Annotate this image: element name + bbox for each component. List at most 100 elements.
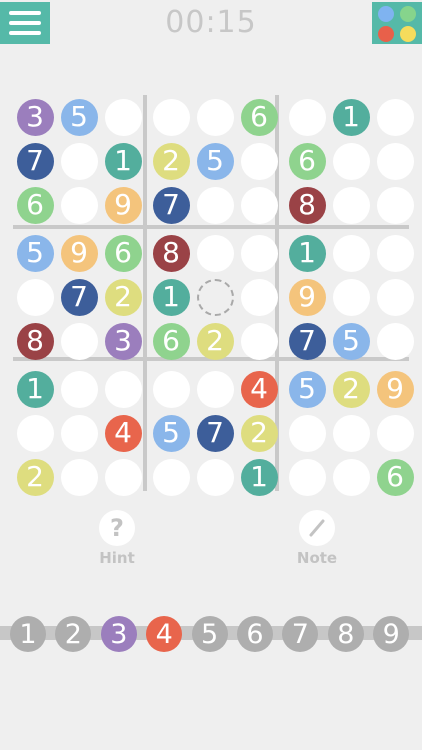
- board-cell[interactable]: [373, 275, 417, 319]
- board-cell[interactable]: 2: [149, 139, 193, 183]
- board-cell[interactable]: 6: [149, 319, 193, 363]
- board-cell[interactable]: [193, 275, 237, 319]
- number-button-2[interactable]: 2: [55, 616, 92, 652]
- number-button-8[interactable]: 8: [327, 616, 364, 652]
- number-button-1[interactable]: 1: [10, 616, 46, 652]
- board-cell[interactable]: 7: [149, 183, 193, 227]
- cell-digit: 3: [16, 98, 54, 136]
- board-cell[interactable]: 6: [13, 183, 57, 227]
- cell-digit: 6: [240, 98, 278, 136]
- board-cell[interactable]: 6: [373, 455, 417, 499]
- board-cell[interactable]: [13, 275, 57, 319]
- board-cell[interactable]: 9: [285, 275, 329, 319]
- cell-digit: 2: [16, 458, 54, 496]
- board-cell[interactable]: [57, 455, 101, 499]
- board-cell[interactable]: 9: [57, 231, 101, 275]
- board-cell[interactable]: [193, 367, 237, 411]
- empty-cell: [152, 458, 190, 496]
- board-cell[interactable]: 7: [193, 411, 237, 455]
- board-cell[interactable]: 5: [149, 411, 193, 455]
- board-cell[interactable]: [373, 231, 417, 275]
- board-cell[interactable]: 2: [101, 275, 145, 319]
- board-cell[interactable]: 1: [149, 275, 193, 319]
- number-button-4[interactable]: 4: [146, 616, 183, 652]
- board-cell[interactable]: 1: [285, 231, 329, 275]
- board-cell[interactable]: [373, 183, 417, 227]
- board-cell[interactable]: 4: [101, 411, 145, 455]
- number-button-3[interactable]: 3: [100, 616, 137, 652]
- board-cell[interactable]: [329, 455, 373, 499]
- board-cell[interactable]: 4: [237, 367, 281, 411]
- board-cell[interactable]: [237, 275, 281, 319]
- board-cell[interactable]: 2: [237, 411, 281, 455]
- board-cell[interactable]: 6: [285, 139, 329, 183]
- empty-cell: [376, 98, 414, 136]
- board-cell[interactable]: [285, 411, 329, 455]
- board-cell[interactable]: [149, 455, 193, 499]
- board-cell[interactable]: [57, 183, 101, 227]
- board-cell[interactable]: 5: [285, 367, 329, 411]
- board-cell[interactable]: [193, 231, 237, 275]
- board-cell[interactable]: [237, 319, 281, 363]
- number-button-5[interactable]: 5: [191, 616, 228, 652]
- board-cell[interactable]: 1: [13, 367, 57, 411]
- board-cell[interactable]: [57, 367, 101, 411]
- board-cell[interactable]: [329, 411, 373, 455]
- board-cell[interactable]: 8: [13, 319, 57, 363]
- board-cell[interactable]: 9: [101, 183, 145, 227]
- board-cell[interactable]: 1: [237, 455, 281, 499]
- board-cell[interactable]: 9: [373, 367, 417, 411]
- board-cell[interactable]: 8: [149, 231, 193, 275]
- board-cell[interactable]: 6: [237, 95, 281, 139]
- board-cell[interactable]: 5: [57, 95, 101, 139]
- board-cell[interactable]: [373, 95, 417, 139]
- board-cell[interactable]: [13, 411, 57, 455]
- board-cell[interactable]: [237, 183, 281, 227]
- board-cell[interactable]: 5: [13, 231, 57, 275]
- board-cell[interactable]: [101, 455, 145, 499]
- board-cell[interactable]: [193, 183, 237, 227]
- board-cell[interactable]: 7: [285, 319, 329, 363]
- board-cell[interactable]: [57, 411, 101, 455]
- board-cell[interactable]: [329, 231, 373, 275]
- board-cell[interactable]: 3: [13, 95, 57, 139]
- number-button-6[interactable]: 6: [237, 616, 273, 652]
- board-cell[interactable]: [193, 455, 237, 499]
- number-button-7[interactable]: 7: [282, 616, 319, 652]
- board-cell[interactable]: 7: [13, 139, 57, 183]
- board-cell[interactable]: [329, 183, 373, 227]
- board-cell[interactable]: [373, 319, 417, 363]
- board-cell[interactable]: 5: [193, 139, 237, 183]
- board-cell[interactable]: [57, 139, 101, 183]
- board-cell[interactable]: [193, 95, 237, 139]
- board-cell[interactable]: 3: [101, 319, 145, 363]
- board-cell[interactable]: [149, 95, 193, 139]
- board-cell[interactable]: [329, 275, 373, 319]
- board-cell[interactable]: 6: [101, 231, 145, 275]
- board-cell[interactable]: 5: [329, 319, 373, 363]
- number-button-9[interactable]: 9: [373, 616, 410, 652]
- board-cell[interactable]: [237, 139, 281, 183]
- board-cell[interactable]: 2: [193, 319, 237, 363]
- board-cell[interactable]: [329, 139, 373, 183]
- board-cell[interactable]: 2: [13, 455, 57, 499]
- board-cell[interactable]: [373, 411, 417, 455]
- board-cell[interactable]: [149, 367, 193, 411]
- board-cell[interactable]: 1: [101, 139, 145, 183]
- board-cell[interactable]: [373, 139, 417, 183]
- board-cell[interactable]: 2: [329, 367, 373, 411]
- board-cell[interactable]: [285, 455, 329, 499]
- board-cell[interactable]: [285, 95, 329, 139]
- board-cell[interactable]: 1: [329, 95, 373, 139]
- board-cell[interactable]: 8: [285, 183, 329, 227]
- hint-button[interactable]: ? Hint: [77, 510, 157, 567]
- empty-cell: [60, 414, 98, 452]
- empty-cell: [104, 458, 142, 496]
- board-cell[interactable]: 7: [57, 275, 101, 319]
- board-cell[interactable]: [101, 367, 145, 411]
- board-cell[interactable]: [101, 95, 145, 139]
- board-cell[interactable]: [237, 231, 281, 275]
- note-button[interactable]: Note: [277, 510, 357, 567]
- color-palette-button[interactable]: [372, 2, 422, 44]
- board-cell[interactable]: [57, 319, 101, 363]
